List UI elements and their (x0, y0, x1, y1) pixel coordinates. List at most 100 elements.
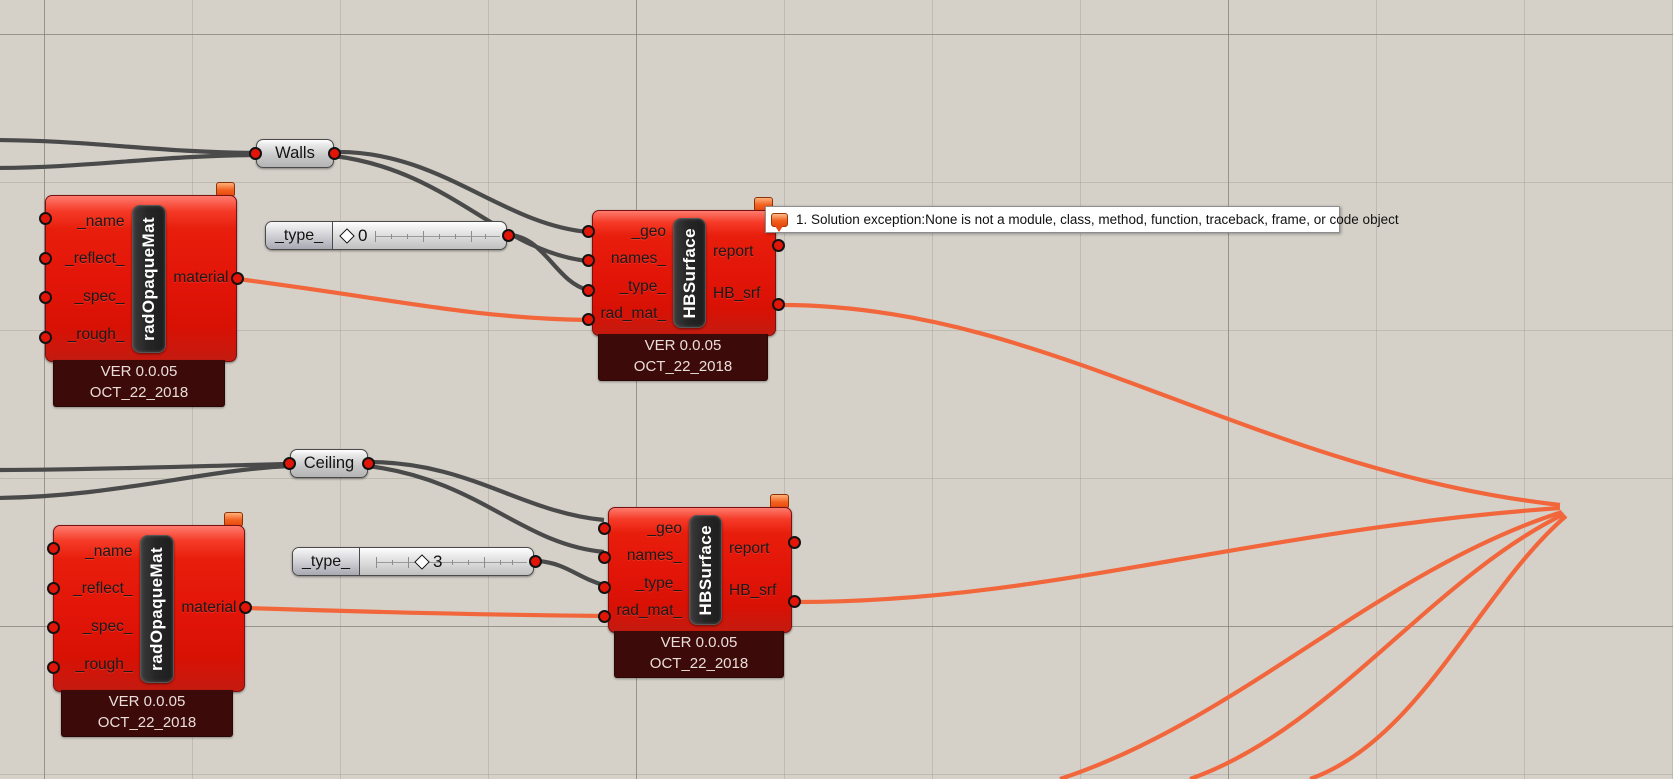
port-knob-type-in[interactable] (582, 284, 595, 297)
wire-grey (0, 137, 257, 156)
output-port-hb-srf[interactable]: HB_srf (722, 582, 783, 599)
solution-exception-tooltip[interactable]: 1. Solution exception:None is not a modu… (765, 206, 1399, 233)
version-text: VER 0.0.05 (660, 634, 738, 651)
output-port-report[interactable]: report (722, 540, 777, 557)
input-port-rad-mat[interactable]: rad_mat_ (610, 602, 689, 619)
component-nameplate[interactable]: radOpaqueMat (139, 534, 175, 683)
wire-orange (245, 605, 605, 619)
input-port-names[interactable]: names_ (620, 547, 689, 564)
input-port-type[interactable]: _type_ (628, 575, 689, 592)
wire-orange (1309, 514, 1568, 779)
version-date: OCT_22_2018 (649, 654, 749, 672)
input-port-geo[interactable]: _geo (641, 520, 689, 537)
component-nameplate[interactable]: HBSurface (673, 218, 706, 328)
port-knob-rough-in[interactable] (39, 331, 52, 344)
component-body[interactable]: _geo names_ _type_ rad_mat_ HBSurface re… (592, 210, 776, 336)
panel-ceiling[interactable]: Ceiling (290, 449, 368, 478)
input-port-reflect[interactable]: _reflect_ (58, 251, 131, 268)
component-version-banner: VER 0.0.05 OCT_22_2018 (53, 360, 225, 408)
slider-type-1-output-knob[interactable] (502, 229, 515, 242)
port-knob-rough-in[interactable] (47, 661, 60, 674)
component-hb-surface-2[interactable]: _geo names_ _type_ rad_mat_ HBSurface re… (608, 494, 792, 679)
port-knob-material-out[interactable] (231, 272, 244, 285)
port-knob-geo-in[interactable] (598, 522, 611, 535)
output-port-report[interactable]: report (706, 243, 761, 260)
port-knob-reflect-in[interactable] (47, 582, 60, 595)
input-port-rad-mat[interactable]: rad_mat_ (594, 305, 673, 322)
input-port-names[interactable]: names_ (604, 250, 673, 267)
version-text: VER 0.0.05 (100, 363, 178, 380)
panel-ceiling-input-knob[interactable] (283, 457, 296, 470)
input-port-spec[interactable]: _spec_ (76, 618, 140, 635)
panel-walls-output-knob[interactable] (328, 147, 341, 160)
slider-type-1-label: _type_ (266, 222, 334, 249)
input-port-spec[interactable]: _spec_ (68, 288, 132, 305)
grasshopper-canvas[interactable]: Walls Ceiling _type_ 0 _type_ 3 _name _r… (0, 0, 1673, 779)
slider-type-2-track[interactable]: 3 (360, 548, 533, 575)
component-nameplate[interactable]: radOpaqueMat (131, 204, 167, 353)
wire-grey (367, 463, 605, 555)
port-knob-hb-srf-out[interactable] (788, 595, 801, 608)
port-knob-geo-in[interactable] (582, 225, 595, 238)
component-body[interactable]: _name _reflect_ _spec_ _rough_ radOpaque… (45, 195, 237, 362)
slider-type-1-track[interactable]: 0 (333, 222, 506, 249)
solution-exception-text: 1. Solution exception:None is not a modu… (796, 212, 1399, 227)
component-rad-opaque-mat-1[interactable]: _name _reflect_ _spec_ _rough_ radOpaque… (45, 182, 237, 408)
component-title: HBSurface (679, 227, 699, 319)
port-knob-name-in[interactable] (47, 542, 60, 555)
port-knob-material-out[interactable] (239, 601, 252, 614)
input-port-list: _name _reflect_ _spec_ _rough_ (54, 526, 140, 691)
panel-walls[interactable]: Walls (256, 139, 334, 168)
port-knob-rad-mat-in[interactable] (582, 313, 595, 326)
port-knob-name-in[interactable] (39, 212, 52, 225)
slider-type-2-output-knob[interactable] (529, 555, 542, 568)
panel-walls-label: Walls (275, 144, 315, 162)
port-knob-reflect-in[interactable] (39, 252, 52, 265)
input-port-reflect[interactable]: _reflect_ (66, 581, 139, 598)
component-version-banner: VER 0.0.05 OCT_22_2018 (61, 690, 233, 738)
canvas-grid-minor (0, 0, 1673, 779)
port-knob-spec-in[interactable] (47, 621, 60, 634)
output-port-material[interactable]: material (174, 600, 243, 617)
component-title: HBSurface (695, 524, 715, 616)
output-port-hb-srf[interactable]: HB_srf (706, 285, 767, 302)
wire-grey (0, 463, 291, 500)
port-knob-spec-in[interactable] (39, 291, 52, 304)
wire-orange (1189, 512, 1565, 779)
component-nameplate[interactable]: HBSurface (689, 515, 722, 625)
component-body[interactable]: _name _reflect_ _spec_ _rough_ radOpaque… (53, 525, 245, 692)
input-port-list: _geo names_ _type_ rad_mat_ (609, 508, 689, 632)
wire-orange (1059, 509, 1563, 779)
panel-walls-input-knob[interactable] (249, 147, 262, 160)
input-port-geo[interactable]: _geo (625, 223, 673, 240)
output-port-list: material (166, 196, 236, 361)
port-knob-hb-srf-out[interactable] (772, 298, 785, 311)
canvas-grid-major (0, 0, 1673, 779)
version-text: VER 0.0.05 (644, 337, 722, 354)
port-knob-report-out[interactable] (772, 239, 785, 252)
input-port-type[interactable]: _type_ (612, 278, 673, 295)
component-version-banner: VER 0.0.05 OCT_22_2018 (598, 334, 768, 382)
port-knob-rad-mat-in[interactable] (598, 610, 611, 623)
version-text: VER 0.0.05 (108, 693, 186, 710)
slider-type-2-ticks (360, 556, 533, 568)
input-port-rough[interactable]: _rough_ (69, 656, 140, 673)
port-knob-type-in[interactable] (598, 581, 611, 594)
wire-grey (333, 149, 589, 235)
panel-ceiling-output-knob[interactable] (362, 457, 375, 470)
port-knob-names-in[interactable] (582, 254, 595, 267)
port-knob-report-out[interactable] (788, 536, 801, 549)
input-port-rough[interactable]: _rough_ (61, 326, 132, 343)
component-body[interactable]: _geo names_ _type_ rad_mat_ HBSurface re… (608, 507, 792, 633)
input-port-list: _name _reflect_ _spec_ _rough_ (46, 196, 132, 361)
port-knob-names-in[interactable] (598, 551, 611, 564)
component-rad-opaque-mat-2[interactable]: _name _reflect_ _spec_ _rough_ radOpaque… (53, 512, 245, 738)
slider-type-2[interactable]: _type_ 3 (292, 547, 534, 576)
input-port-name[interactable]: _name (70, 213, 131, 230)
slider-type-1[interactable]: _type_ 0 (265, 221, 507, 250)
component-hb-surface-1[interactable]: _geo names_ _type_ rad_mat_ HBSurface re… (592, 197, 776, 382)
output-port-material[interactable]: material (166, 270, 235, 287)
input-port-name[interactable]: _name (78, 543, 139, 560)
output-port-list: material (174, 526, 244, 691)
component-title: radOpaqueMat (146, 546, 166, 671)
